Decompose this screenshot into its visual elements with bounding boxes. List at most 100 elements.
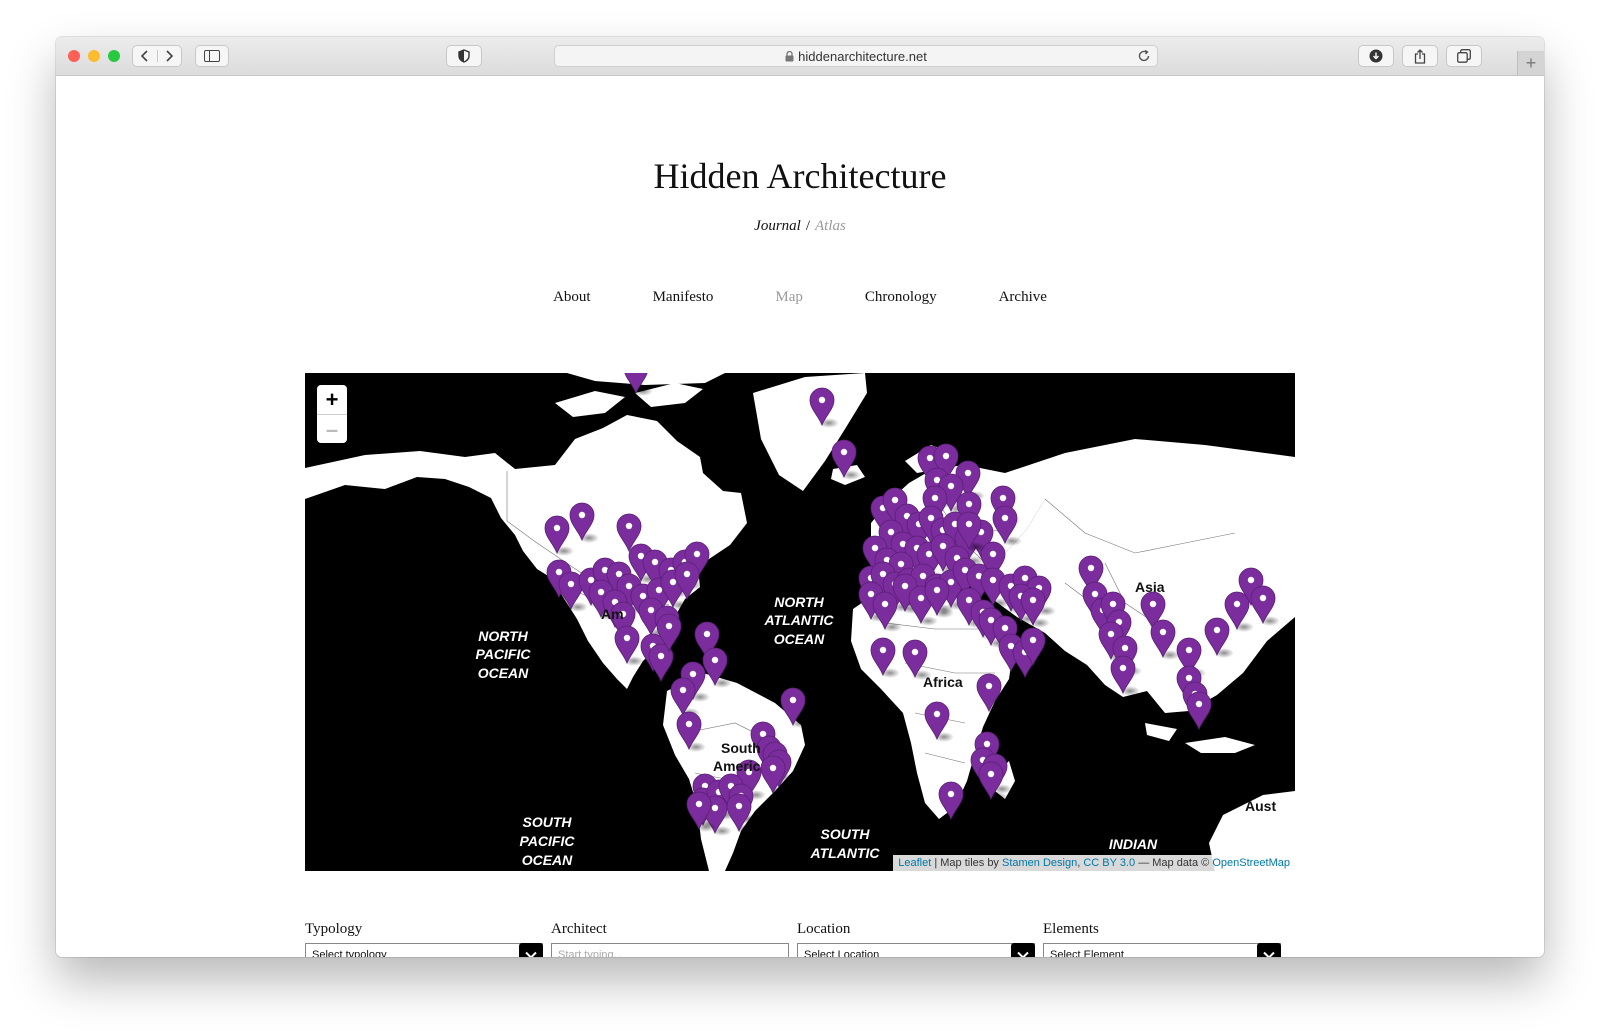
zoom-in-button[interactable]: + [317,385,347,415]
data-text: — Map data © [1138,857,1210,869]
pin-center-dot [693,550,701,558]
architect-input[interactable]: Start typing... [551,943,789,957]
pin-center-dot [987,616,995,624]
map-tiles: NORTH ATLANTIC OCEAN NORTH PACIFIC OCEAN… [305,373,1295,871]
address-bar[interactable]: hiddenarchitecture.net [554,45,1158,67]
pin-center-dot [879,570,887,578]
label-south-atlantic-1: SOUTH [821,826,871,842]
filter-typology: Typology Select typology [305,921,543,957]
pin-center-dot [965,596,973,604]
sidebar-icon [204,50,220,62]
pin-center-dot [1107,630,1115,638]
back-button[interactable] [133,50,158,62]
sidebar-toggle-button[interactable] [195,45,229,67]
pin-center-dot [735,802,743,810]
elements-select[interactable]: Select Element [1043,943,1281,957]
pin-center-dot [985,682,993,690]
pin-center-dot [651,558,659,566]
pin-center-dot [1233,600,1241,608]
tab-overview-button[interactable] [1446,45,1482,67]
label-north-atlantic-3: OCEAN [774,631,825,647]
label-south-pacific-3: OCEAN [522,852,573,868]
attr-comma: , [1077,857,1081,869]
architect-label: Architect [551,921,607,937]
location-select[interactable]: Select Location [797,943,1035,957]
downloads-button[interactable] [1358,45,1394,67]
label-north-america-partial: Am [601,606,624,622]
zoom-out-button[interactable]: – [317,415,347,444]
label-africa: Africa [923,674,963,690]
filter-elements: Elements Select Element [1043,921,1281,957]
reload-button[interactable] [1137,49,1151,66]
tiles-text: | Map tiles by [934,857,999,869]
pin-center-dot [555,568,563,576]
elements-dropdown-button[interactable] [1257,943,1281,957]
stamen-link[interactable]: Stamen Design [1002,857,1077,869]
site-title[interactable]: Hidden Architecture [56,158,1544,194]
url-text: hiddenarchitecture.net [798,48,927,64]
lock-icon [785,50,794,61]
label-north-pacific-3: OCEAN [478,665,529,681]
pin-center-dot [942,452,950,460]
privacy-report-button[interactable] [446,45,482,67]
pin-center-dot [665,622,673,630]
share-icon [1414,48,1426,64]
nav-chronology[interactable]: Chronology [865,289,937,306]
journal-link[interactable]: Journal [754,218,801,234]
new-tab-button[interactable]: + [1517,51,1544,75]
pin-center-dot [987,770,995,778]
pin-center-dot [1149,600,1157,608]
pin-center-dot [933,586,941,594]
pin-center-dot [769,764,777,772]
subtitle-separator: / [805,218,810,234]
shield-icon [458,49,470,63]
chevron-down-icon [1017,951,1029,957]
close-window-button[interactable] [68,50,80,62]
pin-center-dot [1121,644,1129,652]
minimize-window-button[interactable] [88,50,100,62]
nav-manifesto[interactable]: Manifesto [653,289,714,306]
pin-center-dot [647,606,655,614]
osm-link[interactable]: OpenStreetMap [1212,857,1290,869]
chevron-down-icon [525,951,537,957]
filter-location: Location Select Location [797,921,1035,957]
label-asia: Asia [1135,579,1165,595]
pin-center-dot [578,511,586,519]
pin-center-dot [989,550,997,558]
location-dropdown-button[interactable] [1011,943,1035,957]
pin-center-dot [1029,596,1037,604]
filter-architect: Architect Start typing... [551,921,789,957]
world-map[interactable]: NORTH ATLANTIC OCEAN NORTH PACIFIC OCEAN… [305,373,1295,871]
pin-center-dot [625,582,633,590]
reload-icon [1138,49,1150,62]
pin-center-dot [655,586,663,594]
download-icon [1369,49,1383,63]
elements-value: Select Element [1050,949,1124,957]
pin-center-dot [989,576,997,584]
forward-button[interactable] [158,50,182,62]
pin-center-dot [897,560,905,568]
pin-center-dot [1029,636,1037,644]
pin-center-dot [615,570,623,578]
maximize-window-button[interactable] [108,50,120,62]
typology-dropdown-button[interactable] [519,943,543,957]
pin-center-dot [1213,626,1221,634]
nav-archive[interactable]: Archive [999,289,1047,306]
nav-about[interactable]: About [553,289,591,306]
page-content: Hidden Architecture Journal / Atlas About … [56,76,1544,957]
pin-center-dot [711,656,719,664]
pin-center-dot [1119,664,1127,672]
pin-center-dot [999,494,1007,502]
nav-map[interactable]: Map [775,289,803,306]
leaflet-link[interactable]: Leaflet [898,857,931,869]
pin-center-dot [597,588,605,596]
license-link[interactable]: CC BY 3.0 [1083,857,1135,869]
pin-center-dot [881,600,889,608]
pin-center-dot [1087,564,1095,572]
atlas-link[interactable]: Atlas [815,218,846,234]
typology-select[interactable]: Select typology [305,943,543,957]
pin-center-dot [919,572,927,580]
location-value: Select Location [804,949,880,957]
share-button[interactable] [1402,45,1438,67]
elements-label: Elements [1043,921,1099,937]
